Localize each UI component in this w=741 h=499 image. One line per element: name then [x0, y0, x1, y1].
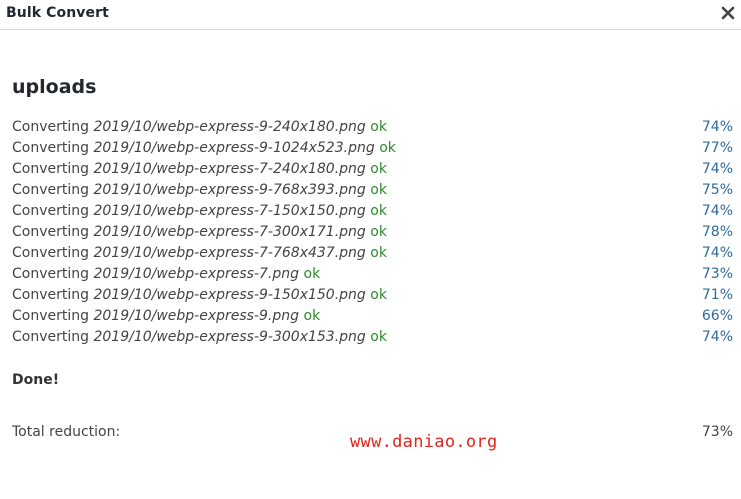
- row-filename: 2019/10/webp-express-9-150x150.png: [93, 287, 366, 303]
- row-reduction: 77%: [701, 140, 733, 156]
- close-icon[interactable]: [717, 2, 739, 24]
- row-filename: 2019/10/webp-express-9-1024x523.png: [93, 140, 375, 156]
- row-status: ok: [303, 308, 321, 324]
- dialog-title: Bulk Convert: [6, 5, 109, 21]
- done-message: Done!: [12, 372, 60, 388]
- conversion-row: Converting 2019/10/webp-express-9-300x15…: [12, 327, 733, 348]
- row-filename: 2019/10/webp-express-7.png: [93, 266, 300, 282]
- conversion-row: Converting 2019/10/webp-express-9-1024x5…: [12, 138, 733, 159]
- row-filename: 2019/10/webp-express-9-768x393.png: [93, 182, 366, 198]
- row-filename: 2019/10/webp-express-7-768x437.png: [93, 245, 366, 261]
- total-reduction-value: 73%: [701, 424, 733, 440]
- watermark-text: www.daniao.org: [350, 432, 498, 452]
- row-reduction: 74%: [701, 161, 733, 177]
- row-prefix: Converting: [12, 308, 90, 324]
- row-prefix: Converting: [12, 245, 90, 261]
- row-filename: 2019/10/webp-express-9.png: [93, 308, 300, 324]
- row-prefix: Converting: [12, 119, 90, 135]
- row-prefix: Converting: [12, 161, 90, 177]
- row-prefix: Converting: [12, 287, 90, 303]
- row-status: ok: [370, 245, 387, 261]
- row-filename: 2019/10/webp-express-9-240x180.png: [93, 119, 366, 135]
- dialog-titlebar: Bulk Convert: [0, 0, 741, 30]
- row-filename: 2019/10/webp-express-7-300x171.png: [93, 224, 366, 240]
- row-status: ok: [370, 287, 387, 303]
- row-prefix: Converting: [12, 329, 90, 345]
- row-reduction: 74%: [701, 329, 733, 345]
- row-prefix: Converting: [12, 266, 90, 282]
- conversion-row: Converting 2019/10/webp-express-7-768x43…: [12, 243, 733, 264]
- row-reduction: 78%: [701, 224, 733, 240]
- conversion-row: Converting 2019/10/webp-express-7-150x15…: [12, 201, 733, 222]
- conversion-row: Converting 2019/10/webp-express-7-300x17…: [12, 222, 733, 243]
- row-reduction: 74%: [701, 203, 733, 219]
- row-reduction: 74%: [701, 245, 733, 261]
- row-status: ok: [370, 182, 387, 198]
- row-status: ok: [379, 140, 396, 156]
- conversion-list: Converting 2019/10/webp-express-9-240x18…: [12, 117, 733, 348]
- conversion-row: Converting 2019/10/webp-express-9.png ok…: [12, 306, 733, 327]
- row-filename: 2019/10/webp-express-7-150x150.png: [93, 203, 366, 219]
- row-prefix: Converting: [12, 203, 90, 219]
- row-reduction: 66%: [701, 308, 733, 324]
- conversion-row: Converting 2019/10/webp-express-9-150x15…: [12, 285, 733, 306]
- row-prefix: Converting: [12, 224, 90, 240]
- row-reduction: 75%: [701, 182, 733, 198]
- row-status: ok: [303, 266, 321, 282]
- row-reduction: 74%: [701, 119, 733, 135]
- total-reduction-label: Total reduction:: [12, 424, 121, 440]
- row-status: ok: [370, 119, 387, 135]
- conversion-row: Converting 2019/10/webp-express-9-240x18…: [12, 117, 733, 138]
- conversion-row: Converting 2019/10/webp-express-7-240x18…: [12, 159, 733, 180]
- row-status: ok: [370, 161, 387, 177]
- row-status: ok: [370, 224, 387, 240]
- row-filename: 2019/10/webp-express-9-300x153.png: [93, 329, 366, 345]
- row-status: ok: [370, 329, 387, 345]
- section-heading: uploads: [12, 76, 97, 98]
- conversion-row: Converting 2019/10/webp-express-7.png ok…: [12, 264, 733, 285]
- row-reduction: 71%: [701, 287, 733, 303]
- row-reduction: 73%: [701, 266, 733, 282]
- row-prefix: Converting: [12, 140, 90, 156]
- conversion-row: Converting 2019/10/webp-express-9-768x39…: [12, 180, 733, 201]
- row-prefix: Converting: [12, 182, 90, 198]
- row-filename: 2019/10/webp-express-7-240x180.png: [93, 161, 366, 177]
- row-status: ok: [370, 203, 387, 219]
